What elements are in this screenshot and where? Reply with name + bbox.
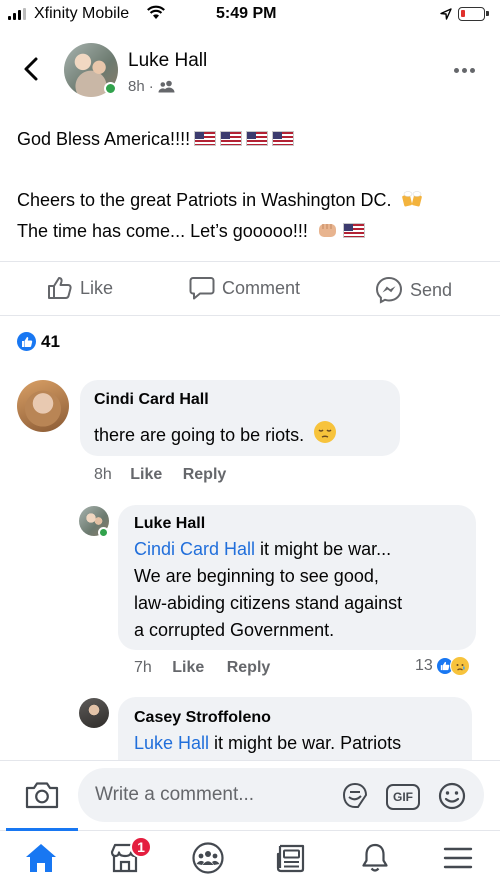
- back-icon: [24, 57, 38, 81]
- emoji-button[interactable]: [437, 781, 467, 816]
- comment-line: it might be war. Patriots: [209, 733, 402, 753]
- sad-reaction-icon: [449, 656, 470, 676]
- battery-icon: [458, 7, 489, 21]
- post-meta: 8h ·: [128, 78, 175, 95]
- us-flag-emoji: [272, 131, 295, 146]
- clock: 5:49 PM: [216, 5, 277, 22]
- comment-meta: 7h Like Reply: [134, 659, 270, 677]
- post-text-line-2: Cheers to the great Patriots in Washingt…: [17, 188, 425, 215]
- gif-icon: GIF: [393, 790, 413, 804]
- comment-reply-button[interactable]: Reply: [227, 659, 271, 676]
- meta-separator: ·: [148, 78, 154, 95]
- mention-link[interactable]: Luke Hall: [134, 733, 209, 753]
- post-text-line-1: God Bless America!!!!: [17, 127, 295, 151]
- comment-reaction-count: 13: [415, 657, 433, 674]
- marketplace-notification-badge: 1: [130, 836, 152, 858]
- send-label: Send: [410, 279, 453, 300]
- comment-text: there are going to be riots.: [94, 420, 337, 452]
- comment-button[interactable]: Comment: [189, 276, 300, 300]
- divider: [0, 261, 500, 262]
- tab-home[interactable]: [24, 842, 58, 879]
- signal-icon: [8, 8, 26, 20]
- camera-button[interactable]: [24, 780, 60, 815]
- tab-news[interactable]: [274, 842, 308, 879]
- comment-like-button[interactable]: Like: [130, 466, 162, 483]
- tab-menu[interactable]: [442, 842, 474, 879]
- carrier-name: Xfinity Mobile: [34, 5, 130, 22]
- sticker-button[interactable]: [340, 781, 370, 816]
- back-button[interactable]: [22, 56, 42, 82]
- like-reaction-badge[interactable]: [17, 332, 36, 351]
- active-tab-indicator: [6, 828, 78, 831]
- gif-button[interactable]: GIF: [386, 784, 420, 810]
- comment-line: We are beginning to see good,: [134, 566, 379, 586]
- comment-text: Luke Hall it might be war. Patriots: [134, 730, 401, 757]
- tab-notifications[interactable]: [358, 842, 392, 879]
- comment-reply-button[interactable]: Reply: [183, 466, 227, 483]
- menu-icon: [443, 847, 473, 869]
- sticker-icon: [342, 782, 368, 808]
- bottom-tab-bar: [0, 830, 500, 890]
- wifi-icon: [146, 5, 166, 26]
- online-status-dot: [104, 82, 117, 95]
- comment-time: 7h: [134, 659, 152, 676]
- comment-label: Comment: [222, 277, 301, 298]
- comment-line: there are going to be riots.: [94, 425, 305, 445]
- reply-author-avatar[interactable]: [79, 698, 109, 728]
- tab-groups[interactable]: [191, 842, 225, 879]
- more-icon: [454, 68, 459, 73]
- like-button[interactable]: Like: [47, 276, 113, 300]
- mention-link[interactable]: Cindi Card Hall: [134, 539, 255, 559]
- divider: [0, 315, 500, 316]
- like-icon: [48, 277, 72, 299]
- us-flag-emoji: [342, 223, 365, 238]
- comment-author[interactable]: Cindi Card Hall: [94, 391, 209, 409]
- comment-line: law-abiding citizens stand against: [134, 593, 403, 613]
- post-author-name[interactable]: Luke Hall: [128, 50, 207, 72]
- comment-icon: [189, 277, 215, 300]
- news-icon: [276, 844, 305, 873]
- home-icon: [26, 844, 56, 872]
- post-text-line-3: The time has come... Let’s gooooo!!!: [17, 219, 365, 246]
- more-options-button[interactable]: [454, 68, 475, 73]
- camera-icon: [25, 782, 59, 809]
- comment-line: it might be war...: [255, 539, 392, 559]
- status-bar: Xfinity Mobile 5:49 PM: [0, 0, 500, 30]
- reactions-count[interactable]: 41: [41, 332, 60, 352]
- online-status-dot: [98, 527, 109, 538]
- post-line-3: The time has come... Let’s gooooo!!!: [17, 221, 308, 241]
- comment-author[interactable]: Casey Stroffoleno: [134, 709, 271, 727]
- comment-like-button[interactable]: Like: [172, 659, 204, 676]
- us-flag-emoji: [220, 131, 243, 146]
- comment-author[interactable]: Luke Hall: [134, 515, 205, 533]
- post-time[interactable]: 8h: [128, 78, 145, 95]
- us-flag-emoji: [246, 131, 269, 146]
- send-button[interactable]: Send: [375, 276, 452, 304]
- comment-text: Cindi Card Hall it might be war... We ar…: [134, 536, 402, 644]
- fist-bump-emoji: [317, 220, 339, 246]
- commenter-avatar[interactable]: [17, 380, 69, 432]
- like-label: Like: [80, 277, 114, 298]
- emoji-icon: [438, 782, 466, 810]
- comment-meta: 8h Like Reply: [94, 466, 226, 484]
- like-icon: [21, 336, 32, 347]
- beer-mugs-emoji: [401, 189, 425, 215]
- comment-time: 8h: [94, 466, 112, 483]
- us-flag-emoji: [194, 131, 217, 146]
- friends-audience-icon: [158, 80, 175, 93]
- pensive-face-emoji: [313, 420, 337, 452]
- post-line-2: Cheers to the great Patriots in Washingt…: [17, 190, 392, 210]
- location-arrow-icon: [440, 7, 452, 25]
- groups-icon: [192, 842, 224, 874]
- messenger-send-icon: [375, 276, 403, 304]
- post-line-1: God Bless America!!!!: [17, 129, 191, 149]
- comment-input-placeholder: Write a comment...: [95, 784, 255, 805]
- bell-icon: [362, 843, 388, 872]
- comment-line: a corrupted Government.: [134, 620, 335, 640]
- comment-reactions[interactable]: 13: [415, 656, 470, 676]
